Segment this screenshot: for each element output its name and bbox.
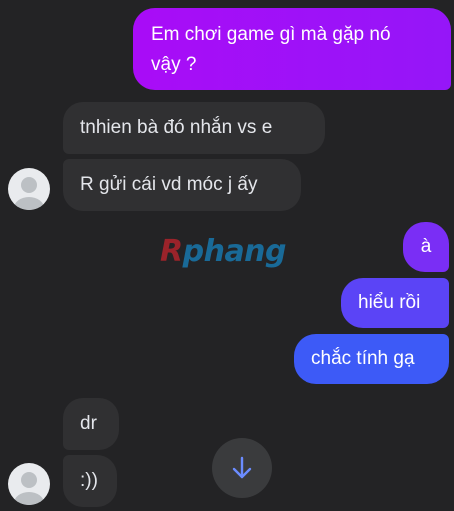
watermark-text: phang: [182, 234, 287, 269]
message-incoming-2[interactable]: R gửi cái vd móc j ấy: [63, 159, 301, 211]
user-silhouette-icon: [14, 472, 44, 505]
scroll-to-bottom-button[interactable]: [212, 438, 272, 498]
message-incoming-1[interactable]: tnhien bà đó nhắn vs e: [63, 102, 325, 154]
arrow-down-icon: [232, 456, 252, 479]
contact-avatar-2[interactable]: [8, 463, 50, 505]
chat-thread: Em chơi game gì mà gặp nó vậy ? tnhien b…: [0, 0, 454, 511]
watermark-logo: Rphang: [160, 234, 287, 269]
message-incoming-4[interactable]: :)): [63, 455, 117, 507]
message-outgoing-4[interactable]: chắc tính gạ: [294, 334, 449, 384]
message-incoming-3[interactable]: dr: [63, 398, 119, 450]
user-silhouette-icon: [14, 177, 44, 210]
message-outgoing-3[interactable]: hiểu rồi: [341, 278, 449, 328]
message-outgoing-1[interactable]: Em chơi game gì mà gặp nó vậy ?: [133, 8, 451, 90]
contact-avatar[interactable]: [8, 168, 50, 210]
message-outgoing-2[interactable]: à: [403, 222, 449, 272]
watermark-letter: R: [160, 234, 183, 269]
